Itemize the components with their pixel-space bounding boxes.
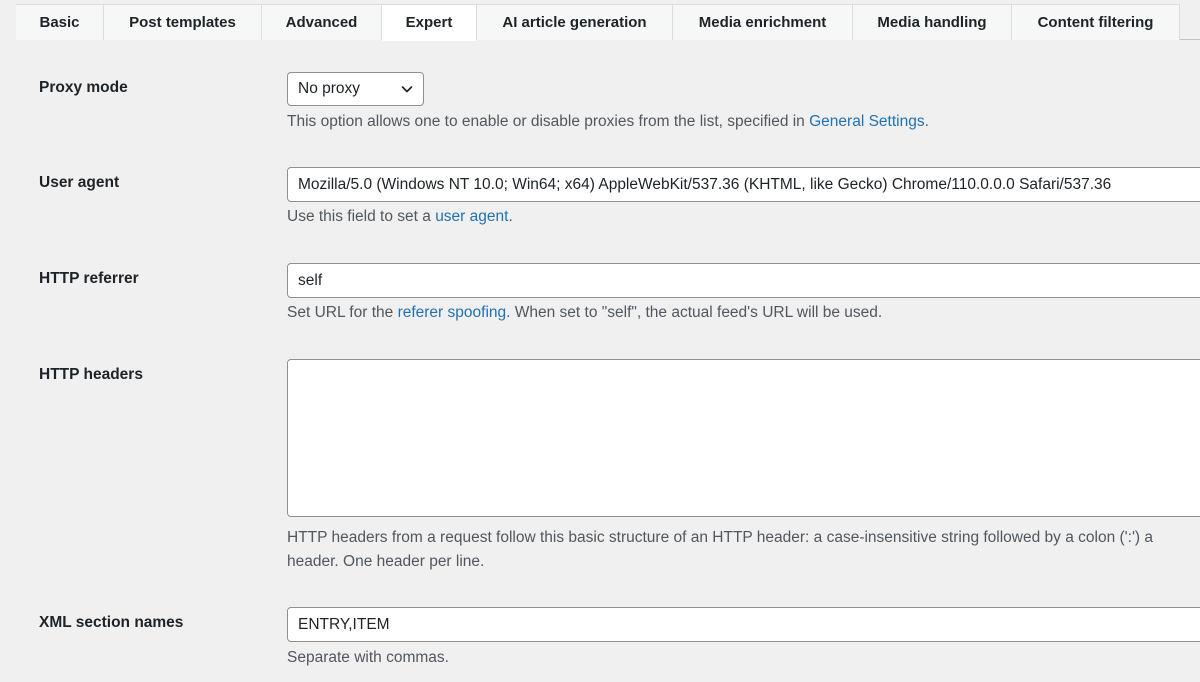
http-referrer-label: HTTP referrer bbox=[39, 270, 139, 287]
general-settings-link[interactable]: General Settings bbox=[809, 113, 924, 130]
tab-expert[interactable]: Expert bbox=[382, 4, 477, 41]
chevron-down-icon bbox=[401, 86, 413, 93]
user-agent-description: Use this field to set a user agent. bbox=[287, 208, 513, 225]
http-headers-description-line1: HTTP headers from a request follow this … bbox=[287, 529, 1153, 546]
proxy-mode-description: This option allows one to enable or disa… bbox=[287, 113, 929, 130]
proxy-mode-label: Proxy mode bbox=[39, 79, 128, 96]
tab-basic[interactable]: Basic bbox=[16, 4, 104, 40]
tab-ai-article-generation[interactable]: AI article generation bbox=[477, 4, 673, 40]
tab-post-templates[interactable]: Post templates bbox=[104, 4, 262, 40]
http-referrer-input[interactable] bbox=[287, 263, 1200, 298]
http-referrer-description: Set URL for the referer spoofing. When s… bbox=[287, 304, 883, 321]
settings-tabs: Basic Post templates Advanced Expert AI … bbox=[16, 4, 1200, 41]
tab-content-filtering[interactable]: Content filtering bbox=[1012, 4, 1180, 40]
proxy-mode-selected-value: No proxy bbox=[298, 80, 361, 97]
http-headers-textarea[interactable] bbox=[287, 359, 1200, 517]
http-headers-description-line2: header. One header per line. bbox=[287, 553, 485, 570]
user-agent-link[interactable]: user agent bbox=[435, 208, 508, 225]
tab-media-handling[interactable]: Media handling bbox=[853, 4, 1012, 40]
http-headers-label: HTTP headers bbox=[39, 366, 143, 383]
user-agent-label: User agent bbox=[39, 174, 120, 191]
xml-section-names-label: XML section names bbox=[39, 614, 184, 631]
xml-section-names-description: Separate with commas. bbox=[287, 649, 449, 666]
referer-spoofing-link[interactable]: referer spoofing bbox=[398, 304, 507, 321]
proxy-mode-select[interactable]: No proxy bbox=[287, 72, 424, 106]
tab-media-enrichment[interactable]: Media enrichment bbox=[673, 4, 853, 40]
user-agent-input[interactable] bbox=[287, 167, 1200, 202]
tab-advanced[interactable]: Advanced bbox=[262, 4, 382, 40]
xml-section-names-input[interactable] bbox=[287, 607, 1200, 642]
